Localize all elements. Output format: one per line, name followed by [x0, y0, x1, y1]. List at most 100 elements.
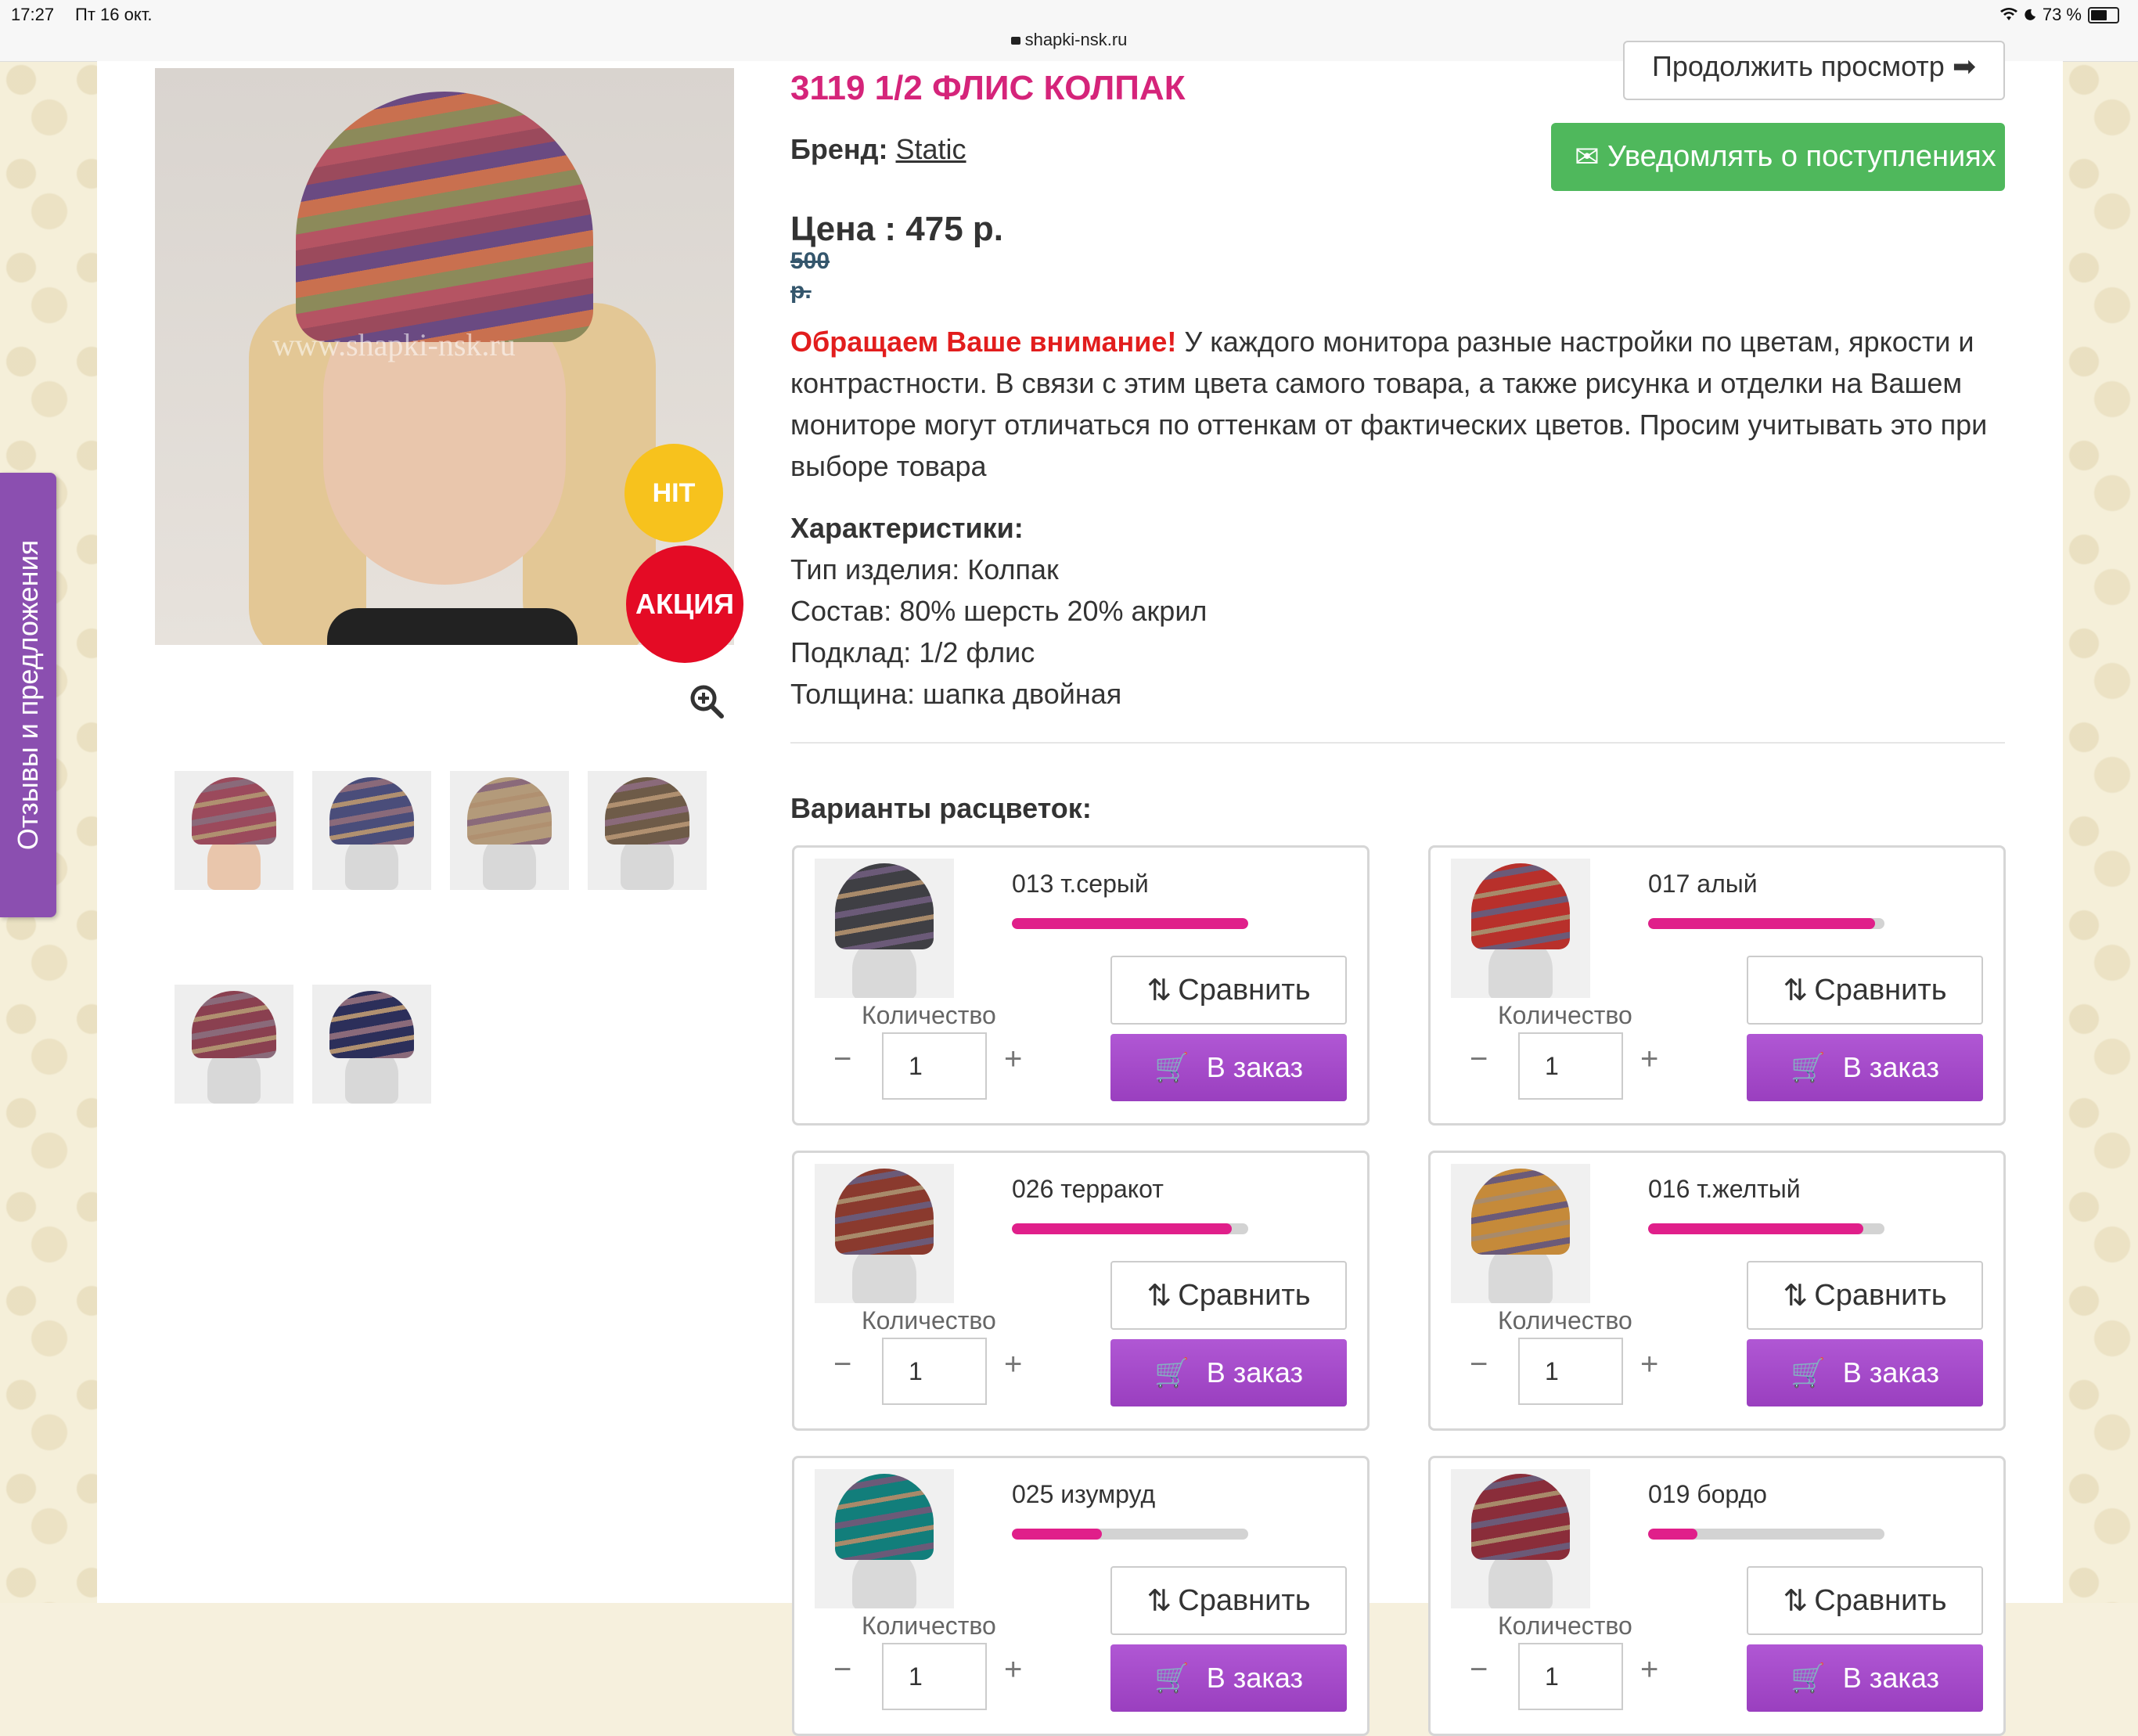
- variant-card: 013 т.серый ⇅ Сравнить Количество −1 + 🛒 В зака…: [792, 845, 1370, 1126]
- add-to-order-button[interactable]: 🛒 В заказ: [1747, 1034, 1983, 1101]
- variant-name: 025 изумруд: [1012, 1480, 1156, 1508]
- stock-bar-fill: [1012, 918, 1248, 929]
- divider: [790, 742, 2005, 744]
- variant-hat: [1471, 1169, 1570, 1255]
- brand-link[interactable]: Static: [896, 133, 966, 165]
- product-thumbnail[interactable]: [588, 771, 707, 890]
- order-label: В заказ: [1842, 1662, 1940, 1694]
- quantity-input[interactable]: 1: [1518, 1643, 1623, 1710]
- compare-button[interactable]: ⇅ Сравнить: [1110, 1566, 1347, 1635]
- decrease-quantity-button[interactable]: −: [1470, 1652, 1488, 1687]
- background-pattern-right: [2063, 61, 2138, 1603]
- compare-label: Сравнить: [1178, 973, 1311, 1007]
- old-price: 500 р.: [790, 248, 830, 304]
- decrease-quantity-button[interactable]: −: [1470, 1042, 1488, 1077]
- sort-arrows-icon: ⇅: [1783, 974, 1809, 1007]
- continue-browsing-label: Продолжить просмотр: [1651, 50, 1945, 82]
- battery-level: [2091, 9, 2107, 20]
- quantity-input[interactable]: 1: [882, 1338, 987, 1405]
- continue-browsing-button[interactable]: Продолжить просмотр ➡: [1623, 41, 2005, 100]
- compare-button[interactable]: ⇅ Сравнить: [1110, 956, 1347, 1025]
- zoom-in-icon[interactable]: [689, 683, 725, 719]
- quantity-input[interactable]: 1: [1518, 1032, 1623, 1100]
- cart-icon: 🛒: [1790, 1356, 1826, 1388]
- product-thumbnail[interactable]: [175, 771, 293, 890]
- feedback-side-tab[interactable]: Отзывы и предложения: [0, 473, 56, 917]
- decrease-quantity-button[interactable]: −: [833, 1347, 851, 1382]
- quantity-label: Количество: [1498, 1306, 1632, 1334]
- variant-photo[interactable]: [1451, 1164, 1590, 1303]
- variant-name: 016 т.желтый: [1648, 1175, 1801, 1203]
- spec-item: Состав: 80% шерсть 20% акрил: [790, 595, 1208, 627]
- sort-arrows-icon: ⇅: [1146, 1584, 1172, 1618]
- stock-bar-fill: [1648, 918, 1875, 929]
- color-notice: Обращаем Ваше внимание! У каждого монито…: [790, 321, 2005, 487]
- compare-button[interactable]: ⇅ Сравнить: [1747, 1261, 1983, 1330]
- increase-quantity-button[interactable]: +: [1640, 1042, 1658, 1077]
- compare-button[interactable]: ⇅ Сравнить: [1110, 1261, 1347, 1330]
- variant-name: 019 бордо: [1648, 1480, 1767, 1508]
- stock-bar: [1012, 1223, 1248, 1234]
- increase-quantity-button[interactable]: +: [1640, 1347, 1658, 1382]
- product-title: 3119 1/2 ФЛИС КОЛПАК: [790, 69, 1186, 107]
- variant-photo[interactable]: [815, 1164, 954, 1303]
- thumbnail-hat: [605, 777, 689, 845]
- add-to-order-button[interactable]: 🛒 В заказ: [1110, 1034, 1347, 1101]
- sort-arrows-icon: ⇅: [1146, 1279, 1172, 1313]
- notify-button[interactable]: ✉ Уведомлять о поступлениях: [1551, 123, 2005, 191]
- lock-icon: [1010, 37, 1020, 45]
- quantity-input[interactable]: 1: [882, 1643, 987, 1710]
- status-indicators: 73 %: [1999, 5, 2119, 25]
- image-hat: [296, 92, 593, 342]
- add-to-order-button[interactable]: 🛒 В заказ: [1747, 1644, 1983, 1712]
- quantity-label: Количество: [862, 1001, 996, 1029]
- stock-bar-fill: [1012, 1223, 1232, 1234]
- image-watermark: www.shapki-nsk.ru: [272, 327, 516, 362]
- cart-icon: 🛒: [1790, 1662, 1826, 1694]
- order-label: В заказ: [1842, 1051, 1940, 1083]
- order-label: В заказ: [1842, 1356, 1940, 1388]
- variant-photo[interactable]: [815, 859, 954, 998]
- feedback-side-tab-label: Отзывы и предложения: [12, 539, 44, 851]
- compare-button[interactable]: ⇅ Сравнить: [1747, 1566, 1983, 1635]
- quantity-label: Количество: [1498, 1001, 1632, 1029]
- add-to-order-button[interactable]: 🛒 В заказ: [1110, 1339, 1347, 1406]
- brand-label: Бренд:: [790, 133, 888, 165]
- variant-photo[interactable]: [1451, 859, 1590, 998]
- add-to-order-button[interactable]: 🛒 В заказ: [1110, 1644, 1347, 1712]
- specs-heading: Характеристики:: [790, 512, 1024, 544]
- variant-name: 026 терракот: [1012, 1175, 1164, 1203]
- product-thumbnail[interactable]: [175, 985, 293, 1104]
- product-thumbnail[interactable]: [312, 771, 431, 890]
- compare-label: Сравнить: [1178, 1583, 1311, 1617]
- stock-bar: [1648, 1529, 1884, 1540]
- variant-photo[interactable]: [815, 1469, 954, 1608]
- quantity-input[interactable]: 1: [882, 1032, 987, 1100]
- quantity-label: Количество: [862, 1612, 996, 1640]
- increase-quantity-button[interactable]: +: [1004, 1652, 1022, 1687]
- url-text: shapki-nsk.ru: [1024, 30, 1128, 49]
- compare-button[interactable]: ⇅ Сравнить: [1747, 956, 1983, 1025]
- increase-quantity-button[interactable]: +: [1640, 1652, 1658, 1687]
- specifications: Характеристики: Тип изделия: Колпак Сост…: [790, 507, 1207, 715]
- add-to-order-button[interactable]: 🛒 В заказ: [1747, 1339, 1983, 1406]
- product-thumbnail[interactable]: [312, 985, 431, 1104]
- spec-item: Тип изделия: Колпак: [790, 553, 1059, 585]
- decrease-quantity-button[interactable]: −: [833, 1652, 851, 1687]
- moon-icon: [2025, 9, 2035, 20]
- brand-line: Бренд: Static: [790, 133, 966, 166]
- variant-card: 025 изумруд ⇅ Сравнить Количество −1 + 🛒 В зака…: [792, 1456, 1370, 1736]
- increase-quantity-button[interactable]: +: [1004, 1347, 1022, 1382]
- stock-bar: [1648, 1223, 1884, 1234]
- quantity-input[interactable]: 1: [1518, 1338, 1623, 1405]
- compare-label: Сравнить: [1814, 1583, 1947, 1617]
- increase-quantity-button[interactable]: +: [1004, 1042, 1022, 1077]
- notify-label: Уведомлять о поступлениях: [1607, 140, 1996, 173]
- stock-bar-fill: [1648, 1529, 1698, 1540]
- decrease-quantity-button[interactable]: −: [1470, 1347, 1488, 1382]
- variant-photo[interactable]: [1451, 1469, 1590, 1608]
- product-thumbnail[interactable]: [450, 771, 569, 890]
- stock-bar: [1012, 918, 1248, 929]
- stock-bar: [1648, 918, 1884, 929]
- decrease-quantity-button[interactable]: −: [833, 1042, 851, 1077]
